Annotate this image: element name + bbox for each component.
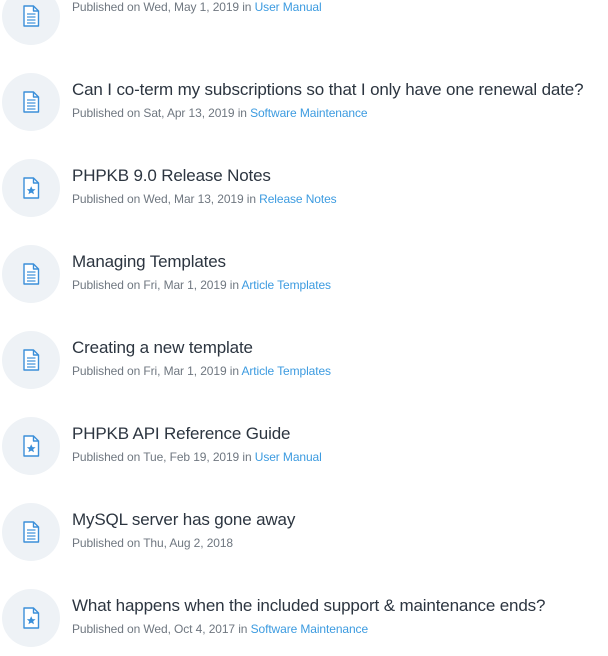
article-meta: Published on Wed, May 1, 2019 in User Ma…	[72, 0, 322, 15]
in-label: in	[239, 0, 255, 14]
starred-document-icon	[2, 417, 60, 475]
category-link[interactable]: Release Notes	[259, 192, 337, 206]
in-label: in	[226, 278, 242, 292]
list-item: Creating a new template Published on Fri…	[0, 312, 608, 398]
list-item: MySQL server has gone away Published on …	[0, 484, 608, 570]
list-item: What happens when the included support &…	[0, 570, 608, 656]
publish-date: Published on Wed, Oct 4, 2017	[72, 622, 235, 636]
document-icon	[2, 73, 60, 131]
list-item: Can I co-term my subscriptions so that I…	[0, 54, 608, 140]
article-title-link[interactable]: PHPKB 9.0 Release Notes	[72, 166, 271, 186]
category-link[interactable]: Article Templates	[241, 278, 331, 292]
article-meta: Published on Wed, Oct 4, 2017 in Softwar…	[72, 622, 368, 637]
list-item: PHPKB 9.0 Release Notes Published on Wed…	[0, 140, 608, 226]
in-label: in	[235, 622, 251, 636]
article-meta: Published on Tue, Feb 19, 2019 in User M…	[72, 450, 322, 465]
in-label: in	[239, 450, 255, 464]
publish-date: Published on Wed, Mar 13, 2019	[72, 192, 244, 206]
in-label: in	[234, 106, 251, 120]
document-icon	[2, 331, 60, 389]
list-item: Managing Templates Published on Fri, Mar…	[0, 226, 608, 312]
category-link[interactable]: User Manual	[255, 0, 322, 14]
category-link[interactable]: Article Templates	[241, 364, 331, 378]
starred-document-icon	[2, 589, 60, 647]
document-icon	[2, 503, 60, 561]
article-meta: Published on Wed, Mar 13, 2019 in Releas…	[72, 192, 337, 207]
article-meta: Published on Sat, Apr 13, 2019 in Softwa…	[72, 106, 368, 121]
category-link[interactable]: User Manual	[255, 450, 322, 464]
article-title-link[interactable]: Managing Templates	[72, 252, 226, 272]
article-title-link[interactable]: Creating a new template	[72, 338, 253, 358]
list-item: Published on Wed, May 1, 2019 in User Ma…	[0, 0, 608, 54]
category-link[interactable]: Software Maintenance	[250, 106, 368, 120]
in-label: in	[226, 364, 242, 378]
category-link[interactable]: Software Maintenance	[251, 622, 369, 636]
article-meta: Published on Fri, Mar 1, 2019 in Article…	[72, 364, 331, 379]
document-icon	[2, 0, 60, 45]
publish-date: Published on Fri, Mar 1, 2019	[72, 364, 227, 378]
publish-date: Published on Sat, Apr 13, 2019	[72, 106, 235, 120]
starred-document-icon	[2, 159, 60, 217]
publish-date: Published on Tue, Feb 19, 2019	[72, 450, 240, 464]
article-title-link[interactable]: MySQL server has gone away	[72, 510, 295, 530]
list-item: PHPKB API Reference Guide Published on T…	[0, 398, 608, 484]
article-meta: Published on Fri, Mar 1, 2019 in Article…	[72, 278, 331, 293]
article-list: Published on Wed, May 1, 2019 in User Ma…	[0, 0, 608, 656]
article-title-link[interactable]: PHPKB API Reference Guide	[72, 424, 290, 444]
publish-date: Published on Wed, May 1, 2019	[72, 0, 239, 14]
article-title-link[interactable]: What happens when the included support &…	[72, 596, 545, 616]
in-label: in	[243, 192, 260, 206]
publish-date: Published on Fri, Mar 1, 2019	[72, 278, 227, 292]
document-icon	[2, 245, 60, 303]
publish-date: Published on Thu, Aug 2, 2018	[72, 536, 234, 550]
article-meta: Published on Thu, Aug 2, 2018	[72, 536, 233, 551]
article-title-link[interactable]: Can I co-term my subscriptions so that I…	[72, 80, 584, 100]
